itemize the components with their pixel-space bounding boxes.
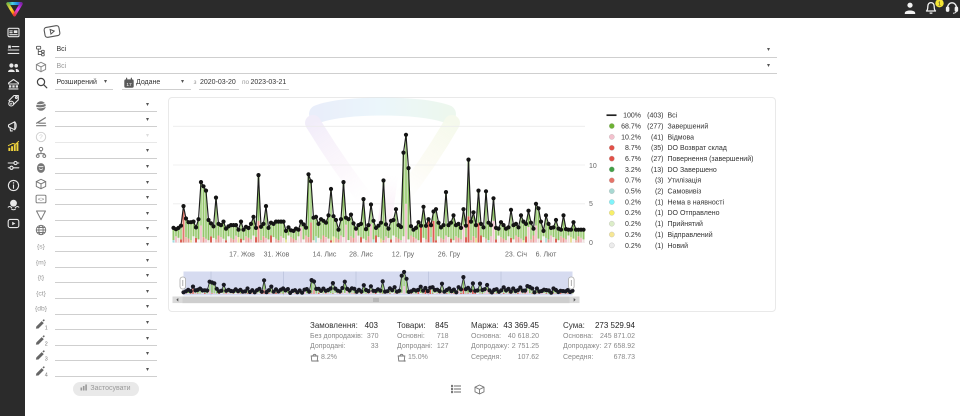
svg-text:14. Лис: 14. Лис [313,252,337,259]
svg-text:Всі: Всі [668,112,678,120]
svg-text:1: 1 [938,1,941,7]
svg-text:0.2%: 0.2% [625,199,641,206]
svg-text:26. Гру: 26. Гру [438,252,461,259]
svg-text:(1): (1) [655,210,664,217]
svg-text:{m}: {m} [35,259,46,266]
svg-text:17: 17 [126,82,132,88]
svg-text:12. Гру: 12. Гру [392,252,415,259]
svg-text:Повернення (завершений): Повернення (завершений) [668,155,754,163]
svg-text:1: 1 [44,326,47,330]
svg-text:DO Отправлено: DO Отправлено [668,210,720,217]
svg-text:(2): (2) [655,189,664,196]
svg-text:(403): (403) [647,113,663,120]
svg-text:<>: <> [37,197,43,203]
svg-text:DO Завершено: DO Завершено [668,167,717,174]
svg-text:31. Жов: 31. Жов [264,252,290,259]
svg-text:28. Лис: 28. Лис [349,252,373,259]
svg-text:Нема в наявності: Нема в наявності [668,198,725,206]
svg-text:?: ? [39,134,43,141]
svg-text:(1): (1) [655,199,664,206]
svg-text:(27): (27) [651,156,663,163]
svg-text:(35): (35) [651,145,663,152]
svg-text:3.2%: 3.2% [625,167,641,174]
svg-text:Самовивіз: Самовивіз [668,188,702,196]
svg-text:6.7%: 6.7% [625,156,641,163]
svg-text:5: 5 [589,201,593,208]
svg-text:4: 4 [44,372,47,376]
svg-text:Новий: Новий [668,242,689,250]
svg-text:{s}: {s} [37,243,46,250]
svg-text:100%: 100% [623,113,641,120]
svg-text:2: 2 [44,341,47,345]
svg-text:Утилізація: Утилізація [668,177,702,185]
svg-text:Завершений: Завершений [668,122,709,130]
svg-text:(1): (1) [655,221,664,228]
svg-text:Відмова: Відмова [668,133,695,141]
svg-text:6. Лют: 6. Лют [536,252,557,259]
svg-text:(1): (1) [655,232,664,239]
svg-text:0.2%: 0.2% [625,232,641,239]
svg-text:0: 0 [589,240,593,247]
svg-text:{t}: {t} [37,275,44,282]
svg-text:{db}: {db} [35,306,47,313]
svg-text:x: x [404,358,406,362]
svg-text:10: 10 [589,163,597,170]
svg-text:DO Возврат склад: DO Возврат склад [668,145,727,152]
svg-text:17. Жов: 17. Жов [229,252,255,259]
svg-text:(41): (41) [651,134,663,141]
svg-text:0.2%: 0.2% [625,243,641,250]
svg-text:(277): (277) [647,123,663,130]
svg-text:Прийнятий: Прийнятий [668,220,704,228]
svg-text:68.7%: 68.7% [621,123,641,130]
svg-text:0.5%: 0.5% [625,189,641,196]
svg-text:(13): (13) [651,167,663,174]
svg-text:10.2%: 10.2% [621,134,641,141]
svg-text:0.2%: 0.2% [625,221,641,228]
svg-text:3: 3 [44,357,47,361]
svg-text:8.7%: 8.7% [625,145,641,152]
svg-text:(3): (3) [655,178,664,185]
svg-text:0.7%: 0.7% [625,178,641,185]
svg-text:{ct}: {ct} [36,290,47,297]
svg-text:Відправлений: Відправлений [668,231,713,239]
svg-text:0.2%: 0.2% [625,210,641,217]
svg-text:(1): (1) [655,243,664,250]
svg-text:x: x [317,358,319,362]
svg-text:23. Січ: 23. Січ [505,251,527,259]
